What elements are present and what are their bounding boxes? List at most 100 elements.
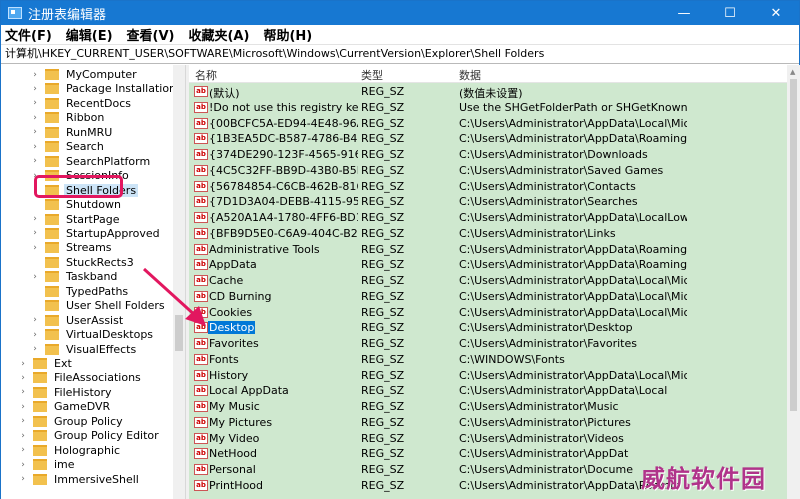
value-row[interactable]: ab !Do not use this registry key REG_SZ Use…	[189, 100, 787, 116]
value-row[interactable]: ab Cache REG_SZ C:\Users\Administrator\AppD…	[189, 273, 787, 289]
value-row[interactable]: ab Fonts REG_SZ C:\WINDOWS\Fonts	[189, 352, 787, 368]
chevron-right-icon[interactable]: ›	[19, 359, 27, 369]
value-row[interactable]: ab AppData REG_SZ C:\Users\Administrator\Ap…	[189, 257, 787, 273]
tree-scrollbar[interactable]	[173, 65, 185, 499]
value-row[interactable]: ab CD Burning REG_SZ C:\Users\Administrator…	[189, 289, 787, 305]
value-row[interactable]: ab Favorites REG_SZ C:\Users\Administrator\…	[189, 336, 787, 352]
tree-item[interactable]: › MyComputer	[31, 67, 139, 82]
tree-item[interactable]: › Ribbon	[31, 110, 106, 125]
minimize-button[interactable]: —	[661, 1, 707, 25]
chevron-right-icon[interactable]: ›	[19, 460, 27, 470]
values-scroll-thumb[interactable]	[790, 79, 797, 411]
chevron-right-icon[interactable]: ›	[31, 243, 39, 253]
close-icon: ✕	[770, 5, 782, 21]
tree-item[interactable]: › Group Policy	[19, 414, 125, 429]
chevron-right-icon[interactable]: ›	[31, 70, 39, 80]
value-row[interactable]: ab Administrative Tools REG_SZ C:\Users\Adm…	[189, 242, 787, 258]
chevron-right-icon[interactable]: ›	[31, 127, 39, 137]
chevron-right-icon[interactable]: ›	[19, 474, 27, 484]
value-row[interactable]: ab My Pictures REG_SZ C:\Users\Administrato…	[189, 415, 787, 431]
value-row[interactable]: ab Cookies REG_SZ C:\Users\Administrator\Ap…	[189, 305, 787, 321]
tree-item[interactable]: › FileHistory	[19, 385, 114, 400]
menu-favorites[interactable]: 收藏夹(A)	[188, 25, 249, 44]
value-row[interactable]: ab{7D1D3A04-DEBB-4115-95CF...REG_SZ C:\Us…	[189, 194, 787, 210]
value-row[interactable]: ab Desktop REG_SZ C:\Users\Administrator\De…	[189, 320, 787, 336]
chevron-right-icon[interactable]: ›	[19, 373, 27, 383]
value-row[interactable]: ab My Music REG_SZ C:\Users\Administrator\M…	[189, 399, 787, 415]
values-scrollbar[interactable]: ▲	[787, 65, 800, 499]
menu-file[interactable]: 文件(F)	[5, 25, 52, 44]
tree-item[interactable]: StuckRects3	[31, 255, 136, 270]
chevron-right-icon[interactable]: ›	[19, 431, 27, 441]
chevron-right-icon[interactable]: ›	[31, 228, 39, 238]
chevron-right-icon[interactable]: ›	[31, 98, 39, 108]
value-name: My Video	[209, 431, 260, 445]
tree-item[interactable]: › Group Policy Editor	[19, 428, 161, 443]
tree-item[interactable]: › Streams	[31, 240, 114, 255]
string-value-icon: ab	[194, 164, 208, 176]
address-bar[interactable]: 计算机\HKEY_CURRENT_USER\SOFTWARE\Microsoft…	[1, 45, 799, 64]
value-type: REG_SZ	[361, 100, 405, 114]
chevron-right-icon[interactable]: ›	[31, 84, 39, 94]
column-data-header[interactable]: 数据	[459, 67, 481, 83]
value-row[interactable]: ab{A520A1A4-1780-4FF6-BD18...REG_SZ C:\Us…	[189, 210, 787, 226]
value-row[interactable]: ab{4C5C32FF-BB9D-43B0-B5B4-...REG_SZ C:\U…	[189, 163, 787, 179]
tree-scroll-thumb[interactable]	[175, 315, 183, 351]
tree-item[interactable]: › RunMRU	[31, 125, 114, 140]
tree-item[interactable]: › UserAssist	[31, 313, 125, 328]
tree-item[interactable]: › RecentDocs	[31, 96, 133, 111]
scroll-up-icon[interactable]: ▲	[790, 68, 795, 76]
tree-item[interactable]: › SearchPlatform	[31, 154, 152, 169]
tree-item[interactable]: › Package Installation	[31, 81, 174, 96]
value-row[interactable]: ab{BFB9D5E0-C6A9-404C-B2B2-...REG_SZ C:\U…	[189, 226, 787, 242]
tree-item[interactable]: User Shell Folders	[31, 298, 167, 313]
tree-item[interactable]: › Holographic	[19, 443, 122, 458]
column-name-header[interactable]: 名称	[195, 67, 217, 83]
value-data: C:\Users\Administrator\AppData\Local\Mic…	[459, 305, 687, 319]
close-button[interactable]: ✕	[753, 1, 799, 25]
value-row[interactable]: ab{56784854-C6CB-462B-8169-...REG_SZ C:\U…	[189, 179, 787, 195]
chevron-right-icon[interactable]: ›	[31, 142, 39, 152]
value-type: REG_SZ	[361, 321, 405, 335]
tree-item-label: SearchPlatform	[66, 154, 151, 168]
tree-item[interactable]: › Taskband	[31, 269, 119, 284]
chevron-right-icon[interactable]: ›	[19, 416, 27, 426]
value-row[interactable]: ab (默认) REG_SZ (数值未设置)	[189, 84, 787, 100]
tree-item[interactable]: › FileAssociations	[19, 370, 143, 385]
chevron-right-icon[interactable]: ›	[31, 330, 39, 340]
value-row[interactable]: ab{1B3EA5DC-B587-4786-B4EF-...REG_SZ C:\U…	[189, 131, 787, 147]
menu-edit[interactable]: 编辑(E)	[66, 25, 113, 44]
menu-help[interactable]: 帮助(H)	[263, 25, 312, 44]
tree-item[interactable]: › VisualEffects	[31, 342, 138, 357]
tree-item[interactable]: › GameDVR	[19, 399, 112, 414]
column-type-header[interactable]: 类型	[361, 67, 383, 83]
tree-item[interactable]: › Ext	[19, 356, 74, 371]
value-row[interactable]: ab History REG_SZ C:\Users\Administrator\Ap…	[189, 368, 787, 384]
value-row[interactable]: ab My Video REG_SZ C:\Users\Administrator\V…	[189, 431, 787, 447]
tree-item[interactable]: Shutdown	[31, 197, 123, 212]
maximize-button[interactable]: ☐	[707, 1, 753, 25]
string-value-icon: ab	[194, 353, 208, 365]
value-name: (默认)	[209, 87, 240, 100]
tree-item[interactable]: › VirtualDesktops	[31, 327, 155, 342]
tree-item[interactable]: › ImmersiveShell	[19, 472, 141, 487]
tree-item[interactable]: TypedPaths	[31, 284, 130, 299]
chevron-right-icon[interactable]: ›	[19, 387, 27, 397]
tree-item[interactable]: › Search	[31, 139, 106, 154]
tree-item[interactable]: › StartPage	[31, 212, 122, 227]
value-row[interactable]: ab Local AppData REG_SZ C:\Users\Administra…	[189, 383, 787, 399]
chevron-right-icon[interactable]: ›	[31, 272, 39, 282]
tree-item[interactable]: › ime	[19, 457, 77, 472]
chevron-right-icon[interactable]: ›	[31, 214, 39, 224]
string-value-icon: ab	[194, 479, 208, 491]
chevron-right-icon[interactable]: ›	[31, 344, 39, 354]
value-row[interactable]: ab{374DE290-123F-4565-9164-...REG_SZ C:\U…	[189, 147, 787, 163]
chevron-right-icon[interactable]: ›	[31, 113, 39, 123]
chevron-right-icon[interactable]: ›	[19, 445, 27, 455]
chevron-right-icon[interactable]: ›	[31, 315, 39, 325]
chevron-right-icon[interactable]: ›	[31, 156, 39, 166]
tree-item[interactable]: › StartupApproved	[31, 226, 162, 241]
value-row[interactable]: ab{00BCFC5A-ED94-4E48-96A1...REG_SZ C:\Us…	[189, 116, 787, 132]
chevron-right-icon[interactable]: ›	[19, 402, 27, 412]
menu-view[interactable]: 查看(V)	[127, 25, 175, 44]
